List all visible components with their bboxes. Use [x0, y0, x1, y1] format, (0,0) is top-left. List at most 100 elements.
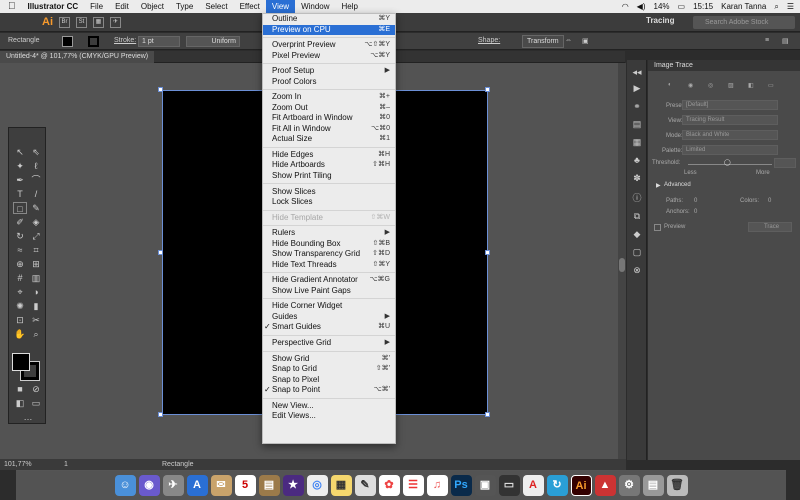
view-menu-item-proof-setup[interactable]: Proof Setup ▶	[263, 66, 395, 77]
zoom-tool-icon[interactable]: ⌕	[29, 328, 43, 340]
libraries-icon[interactable]: ⚭	[631, 100, 643, 112]
view-menu-item-rulers[interactable]: Rulers ▶	[263, 228, 395, 239]
status-tool-name[interactable]: Rectangle	[162, 461, 194, 468]
shape-builder-tool-icon[interactable]: ⊕	[13, 258, 27, 270]
acrobat-icon[interactable]: A	[522, 475, 544, 496]
view-menu-item-hide-artboards[interactable]: Hide Artboards ⇧⌘H	[263, 160, 395, 171]
panel-menu-icon[interactable]: ≡	[765, 37, 769, 44]
apple-icon[interactable]: 	[0, 0, 22, 13]
view-menu-item-pixel-preview[interactable]: Pixel Preview ⌥⌘Y	[263, 51, 395, 62]
blend-tool-icon[interactable]: ◑	[29, 286, 43, 298]
fill-swatch[interactable]	[62, 36, 73, 47]
free-transform-tool-icon[interactable]: ⌗	[29, 244, 43, 256]
photoshop-icon[interactable]: Ps	[450, 475, 472, 496]
view-menu-item-lock-slices[interactable]: Lock Slices	[263, 197, 395, 208]
selection-handle[interactable]	[158, 87, 163, 92]
image-trace-title[interactable]: Image Trace	[654, 62, 693, 69]
layers-icon[interactable]: ◆	[631, 228, 643, 240]
view-menu-item-preview-on-cpu[interactable]: Preview on CPU ⌘E	[263, 24, 395, 35]
view-menu-item-show-live-paint-gaps[interactable]: Show Live Paint Gaps	[263, 286, 395, 297]
scale-tool-icon[interactable]: ⤢	[29, 230, 43, 242]
selection-handle[interactable]	[158, 412, 163, 417]
notes-icon[interactable]: ✉	[210, 475, 232, 496]
rectangle-tool-icon[interactable]: □	[13, 202, 27, 214]
music-icon[interactable]: ♫	[426, 475, 448, 496]
view-menu-item-snap-to-grid[interactable]: Snap to Grid ⇧⌘'	[263, 364, 395, 375]
advanced-toggle[interactable]: ▶	[656, 182, 661, 189]
paintbrush-tool-icon[interactable]: ✎	[29, 202, 43, 214]
column-graph-tool-icon[interactable]: ▮	[29, 300, 43, 312]
high-color-icon[interactable]: ◉	[688, 82, 693, 89]
threshold-field[interactable]	[774, 158, 796, 168]
image-capture-icon[interactable]: ▣	[474, 475, 496, 496]
clock[interactable]: 15:15	[693, 0, 713, 13]
width-tool-icon[interactable]: ≈	[13, 244, 27, 256]
sync-icon[interactable]: ↻	[546, 475, 568, 496]
stock-icon[interactable]: St	[76, 16, 87, 28]
view-menu-item-smart-guides[interactable]: ✓ Smart Guides ⌘U	[263, 322, 395, 333]
wifi-icon[interactable]: ◠	[622, 0, 629, 13]
view-menu-item-zoom-in[interactable]: Zoom In ⌘+	[263, 92, 395, 103]
auto-color-icon[interactable]: ◐	[668, 82, 672, 88]
fill-box[interactable]	[12, 353, 30, 371]
view-menu-item-actual-size[interactable]: Actual Size ⌘1	[263, 134, 395, 145]
view-menu-item-hide-bounding-box[interactable]: Hide Bounding Box ⇧⌘B	[263, 239, 395, 250]
view-menu-item-guides[interactable]: Guides ▶	[263, 312, 395, 323]
none-mode-icon[interactable]: ⊘	[29, 383, 43, 395]
threshold-thumb[interactable]: ◯	[724, 159, 731, 166]
menu-effect[interactable]: Effect	[234, 0, 266, 13]
finder-icon[interactable]: ☺	[114, 475, 136, 496]
imovie-icon[interactable]: ★	[282, 475, 304, 496]
stroke-swatch[interactable]	[88, 36, 99, 47]
arrange-icon[interactable]: ▤	[782, 37, 789, 45]
selection-handle[interactable]	[485, 87, 490, 92]
transform-icon[interactable]: ⧉	[631, 210, 643, 222]
draw-normal-icon[interactable]: ◧	[13, 397, 27, 409]
scrollbar-thumb[interactable]	[619, 258, 625, 272]
swatches-icon[interactable]: ▦	[631, 136, 643, 148]
view-menu-item-snap-to-pixel[interactable]: Snap to Pixel	[263, 375, 395, 386]
transform-button[interactable]: Transform	[522, 35, 564, 48]
selection-handle[interactable]	[158, 250, 163, 255]
view-menu-item-show-transparency-grid[interactable]: Show Transparency Grid ⇧⌘D	[263, 249, 395, 260]
stroke-label[interactable]: Stroke:	[114, 37, 136, 44]
view-menu-item-show-grid[interactable]: Show Grid ⌘'	[263, 354, 395, 365]
view-menu-item-edit-views[interactable]: Edit Views...	[263, 411, 395, 422]
pen-tool-icon[interactable]: ✒	[13, 174, 27, 186]
artboard-tool-icon[interactable]: ⊡	[13, 314, 27, 326]
advanced-label[interactable]: Advanced	[664, 182, 691, 188]
view-menu-item-show-print-tiling[interactable]: Show Print Tiling	[263, 171, 395, 182]
bridge-icon[interactable]: Br	[59, 16, 70, 28]
menu-window[interactable]: Window	[295, 0, 335, 13]
zoom-level[interactable]: 101,77%	[4, 461, 32, 468]
app-menu[interactable]: Illustrator CC	[22, 0, 85, 13]
preview-checkbox[interactable]	[654, 224, 661, 231]
view-select[interactable]: Tracing Result	[682, 115, 778, 125]
workspace-switcher[interactable]: Tracing	[646, 16, 674, 25]
view-menu-item-hide-gradient-annotator[interactable]: Hide Gradient Annotator ⌥⌘G	[263, 275, 395, 286]
spotlight-icon[interactable]: ⌕	[774, 0, 778, 13]
menu-view[interactable]: View	[265, 0, 296, 13]
artboard-number[interactable]: 1	[64, 461, 68, 468]
stickies-icon[interactable]: ▦	[330, 475, 352, 496]
symbol-sprayer-tool-icon[interactable]: ✺	[13, 300, 27, 312]
gradient-tool-icon[interactable]: ▥	[29, 272, 43, 284]
selection-tool-icon[interactable]: ↖	[13, 146, 27, 158]
links-icon[interactable]: ⊗	[631, 264, 643, 276]
low-color-icon[interactable]: ◎	[708, 82, 713, 89]
stock-search-input[interactable]: Search Adobe Stock	[693, 16, 795, 29]
trace-button[interactable]: Trace	[748, 222, 792, 232]
menu-object[interactable]: Object	[135, 0, 170, 13]
user-name[interactable]: Karan Tanna	[721, 0, 766, 13]
variable-width-profile[interactable]: Uniform	[186, 36, 240, 47]
mesh-tool-icon[interactable]: #	[13, 272, 27, 284]
flashcard-icon[interactable]: ▲	[594, 475, 616, 496]
battery-icon[interactable]: ▭	[678, 0, 686, 13]
shape-label[interactable]: Shape:	[478, 37, 500, 44]
view-menu-item-perspective-grid[interactable]: Perspective Grid ▶	[263, 338, 395, 349]
view-menu-item-overprint-preview[interactable]: Overprint Preview ⌥⇧⌘Y	[263, 40, 395, 51]
screen-mode-icon[interactable]: ▭	[29, 397, 43, 409]
view-menu-item-hide-corner-widget[interactable]: Hide Corner Widget	[263, 301, 395, 312]
menu-select[interactable]: Select	[199, 0, 233, 13]
properties-icon[interactable]: ▶	[631, 82, 643, 94]
